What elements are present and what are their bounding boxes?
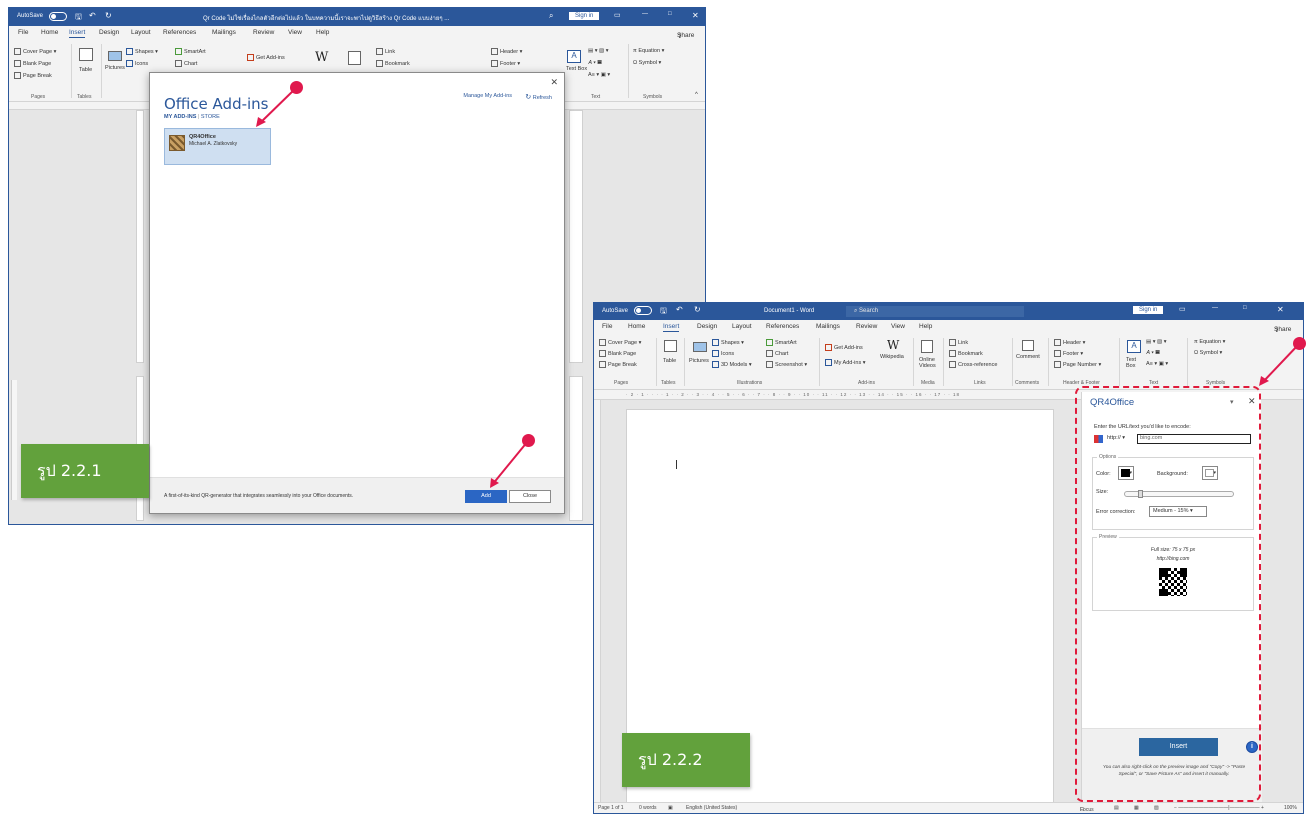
- annotation-dot: [290, 81, 303, 94]
- arrow-to-add-button: [491, 440, 529, 486]
- annotation-dot: [1293, 337, 1306, 350]
- figure-label-2: รูป 2.2.2: [622, 733, 750, 787]
- annotation-dot: [522, 434, 535, 447]
- figure-label-1: รูป 2.2.1: [21, 444, 149, 498]
- arrow-to-addin: [257, 87, 297, 126]
- annotation-arrows: [256, 87, 1300, 488]
- arrow-to-task-pane: [1261, 343, 1300, 384]
